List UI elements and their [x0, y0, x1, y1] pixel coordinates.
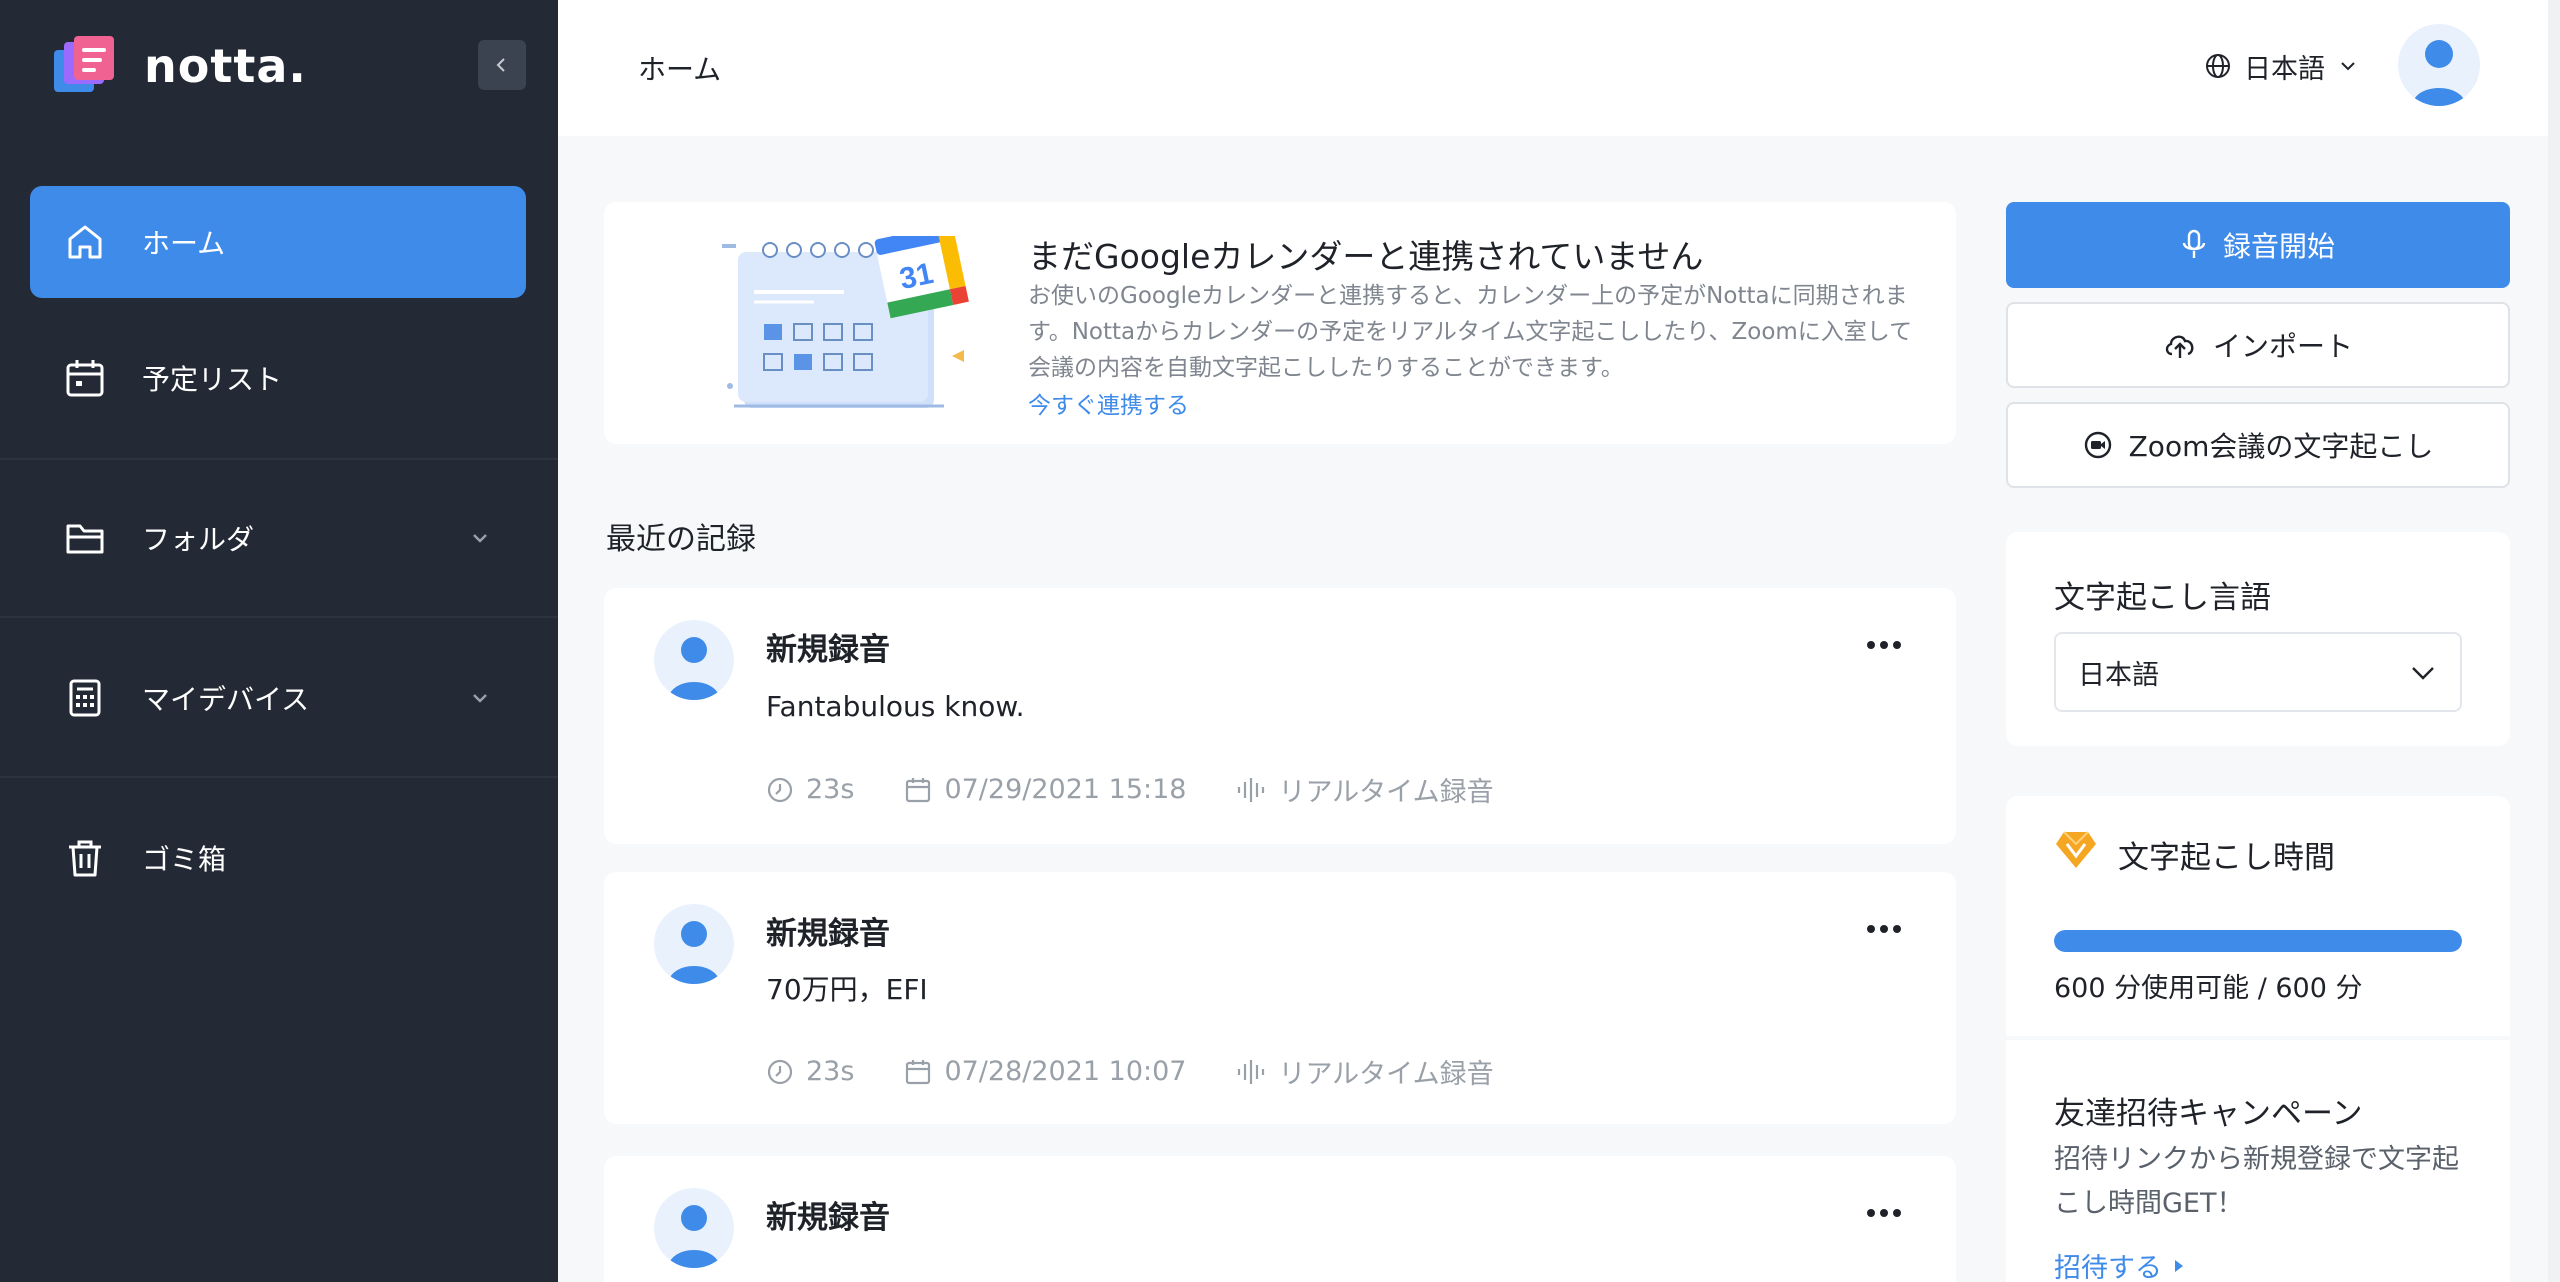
more-options-icon[interactable]	[1866, 924, 1902, 934]
transcription-time-panel: 文字起こし時間 600 分使用可能 / 600 分	[2006, 796, 2510, 1036]
sidebar-divider	[0, 776, 558, 778]
collapse-sidebar-button[interactable]	[478, 40, 526, 90]
record-title: 新規録音	[766, 1200, 890, 1236]
record-type: リアルタイム録音	[1278, 777, 1494, 808]
sidebar-item-label: ホーム	[142, 227, 226, 260]
chevron-left-icon	[496, 58, 505, 72]
sidebar: notta. ホーム 予定リスト フォルダ マイデバイス ゴミ箱	[0, 0, 558, 1282]
record-duration: 23s	[806, 774, 855, 805]
calendar-day-label: 31	[897, 257, 937, 296]
more-options-icon[interactable]	[1866, 1208, 1902, 1218]
import-button[interactable]: インポート	[2006, 302, 2510, 388]
chevron-down-icon	[2341, 62, 2355, 71]
record-card[interactable]: 新規録音 Fantabulous know. 23s 07/29/2021 15…	[604, 588, 1956, 844]
language-selector[interactable]: 日本語	[2204, 46, 2359, 86]
transcription-time-usage: 600 分使用可能 / 600 分	[2054, 973, 2363, 1004]
record-snippet: 70万円，EFI	[766, 973, 928, 1006]
calendar-icon	[66, 360, 104, 397]
invite-link[interactable]: 招待する	[2054, 1246, 2186, 1282]
banner-description: お使いのGoogleカレンダーと連携すると、カレンダー上の予定がNottaに同期…	[1028, 283, 1913, 381]
calendar-icon	[906, 1059, 931, 1084]
invite-campaign-title: 友達招待キャンペーン	[2054, 1096, 2363, 1132]
sidebar-item-home[interactable]: ホーム	[30, 186, 526, 298]
recent-records-title: 最近の記録	[606, 522, 756, 557]
clock-icon	[767, 777, 793, 802]
sidebar-item-trash[interactable]: ゴミ箱	[0, 826, 558, 890]
invite-campaign-panel: 友達招待キャンペーン 招待リンクから新規登録で文字起こし時間GET！ 招待する	[2006, 1040, 2510, 1282]
calendar-illustration-icon: 31	[722, 236, 969, 408]
zoom-icon	[2084, 431, 2111, 459]
language-label: 日本語	[2244, 53, 2325, 85]
transcription-language-title: 文字起こし言語	[2054, 580, 2271, 616]
page-title: ホーム	[638, 53, 722, 86]
record-avatar	[654, 904, 734, 984]
user-icon	[2412, 40, 2466, 106]
record-snippet: Fantabulous know.	[766, 690, 1025, 723]
sidebar-item-label: マイデバイス	[142, 683, 310, 716]
calendar-icon	[906, 777, 931, 802]
notta-logo[interactable]: notta.	[52, 34, 307, 98]
sidebar-divider	[0, 616, 558, 618]
transcription-time-progress-fill	[2054, 930, 2462, 952]
record-meta: 23s 07/28/2021 10:07 リアルタイム録音	[766, 1052, 1544, 1091]
sidebar-item-schedule[interactable]: 予定リスト	[0, 346, 558, 410]
user-icon	[668, 637, 720, 700]
invite-campaign-description: 招待リンクから新規登録で文字起こし時間GET！	[2054, 1144, 2459, 1219]
sidebar-item-folders[interactable]: フォルダ	[0, 506, 558, 570]
transcription-language-select[interactable]: 日本語	[2054, 632, 2462, 712]
chevron-down-icon[interactable]	[468, 526, 492, 550]
transcription-time-progress	[2054, 930, 2462, 952]
sidebar-item-label: フォルダ	[142, 523, 255, 556]
user-icon	[668, 1205, 720, 1268]
trash-icon	[69, 840, 101, 877]
transcription-time-title: 文字起こし時間	[2118, 840, 2335, 876]
transcription-language-value: 日本語	[2078, 659, 2159, 691]
device-icon	[69, 679, 101, 717]
folder-icon	[66, 524, 104, 554]
sidebar-item-my-devices[interactable]: マイデバイス	[0, 666, 558, 730]
record-date: 07/29/2021 15:18	[944, 774, 1187, 805]
zoom-transcription-button[interactable]: Zoom会議の文字起こし	[2006, 402, 2510, 488]
sidebar-item-label: ゴミ箱	[142, 843, 227, 876]
user-avatar[interactable]	[2398, 24, 2480, 106]
waveform-icon	[1238, 1059, 1265, 1084]
record-date: 07/28/2021 10:07	[944, 1056, 1187, 1087]
connect-calendar-link[interactable]: 今すぐ連携する	[1028, 386, 1189, 420]
caret-right-icon	[2175, 1259, 2183, 1272]
sidebar-divider	[0, 458, 558, 460]
record-meta: 23s 07/29/2021 15:18 リアルタイム録音	[766, 770, 1544, 809]
globe-icon	[2206, 54, 2230, 78]
cloud-upload-icon	[2165, 335, 2194, 358]
calendar-connect-banner: 31 まだGoogleカレンダーと連携されていません お使いのGoogleカレン…	[604, 202, 1956, 444]
chevron-down-icon[interactable]	[468, 686, 492, 710]
record-duration: 23s	[806, 1056, 855, 1087]
home-icon	[68, 225, 102, 259]
transcription-language-panel: 文字起こし言語 日本語	[2006, 532, 2510, 746]
sidebar-item-label: 予定リスト	[142, 363, 283, 396]
logo-text: notta.	[144, 39, 307, 93]
import-label: インポート	[2212, 330, 2353, 363]
banner-title: まだGoogleカレンダーと連携されていません	[1028, 237, 1704, 276]
waveform-icon	[1238, 777, 1265, 802]
notta-logo-icon	[52, 34, 118, 98]
user-icon	[668, 921, 720, 984]
record-type: リアルタイム録音	[1278, 1059, 1494, 1090]
clock-icon	[767, 1059, 793, 1084]
top-header: ホーム 日本語	[558, 0, 2560, 136]
start-recording-label: 録音開始	[2222, 230, 2335, 263]
diamond-icon	[2056, 831, 2096, 868]
page-scrollbar[interactable]	[2548, 0, 2560, 1282]
start-recording-button[interactable]: 録音開始	[2006, 202, 2510, 288]
record-avatar	[654, 1188, 734, 1268]
record-title: 新規録音	[766, 916, 890, 952]
invite-link-label: 招待する	[2054, 1253, 2162, 1282]
record-card[interactable]: 新規録音 70万円，EFI 23s 07/28/2021 10:07 リアルタイ…	[604, 872, 1956, 1124]
chevron-down-icon	[2412, 667, 2434, 680]
more-options-icon[interactable]	[1866, 640, 1902, 650]
zoom-transcription-label: Zoom会議の文字起こし	[2128, 430, 2434, 463]
record-title: 新規録音	[766, 632, 890, 668]
microphone-icon	[2182, 229, 2206, 258]
record-card[interactable]: 新規録音	[604, 1156, 1956, 1282]
record-avatar	[654, 620, 734, 700]
